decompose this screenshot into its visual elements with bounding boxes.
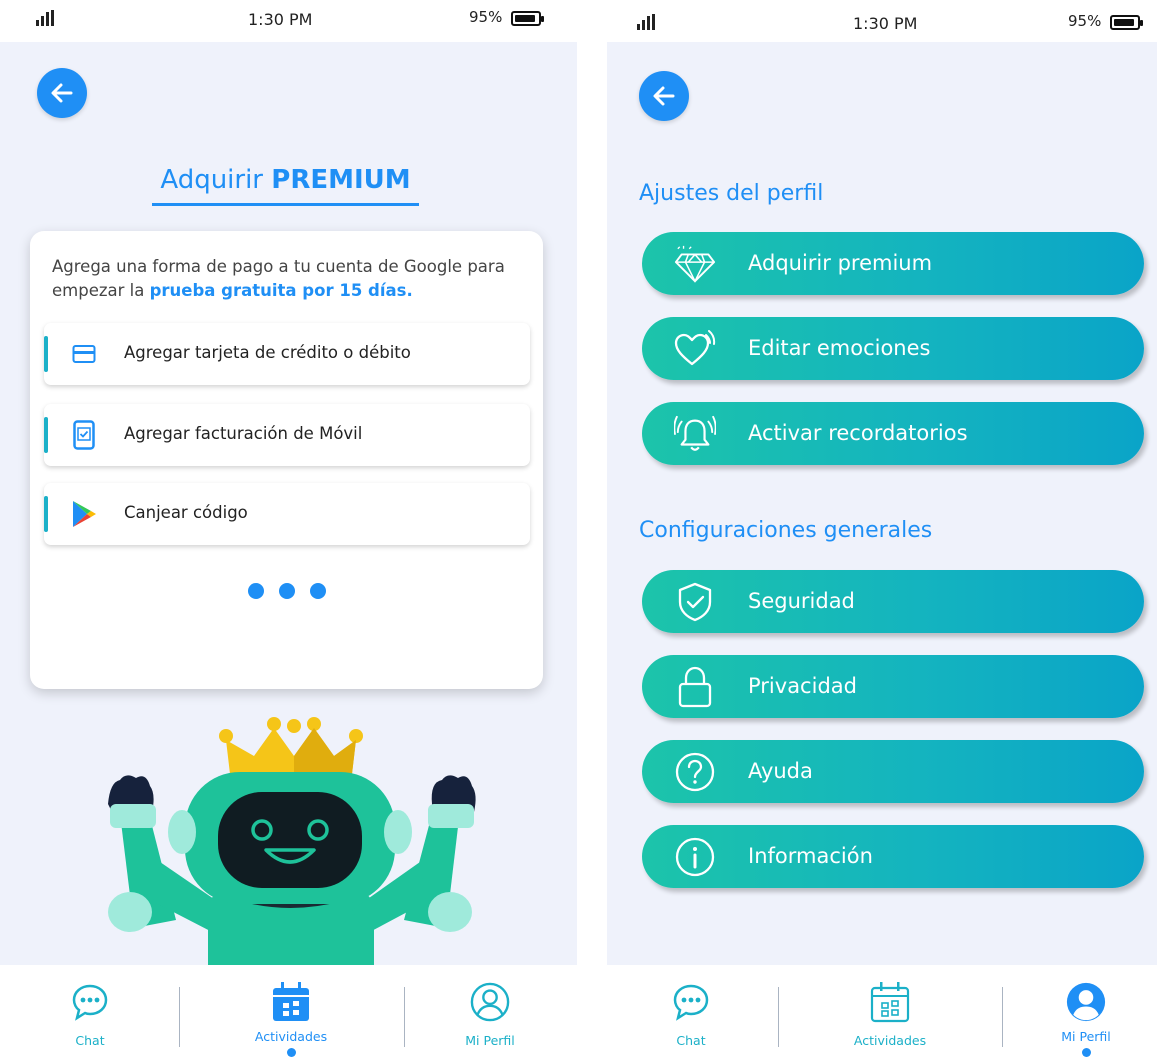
calendar-icon bbox=[870, 981, 910, 1023]
premium-screen: 1:30 PM 95% Adquirir PREMIUM Agrega una … bbox=[0, 0, 577, 1057]
menu-label: Activar recordatorios bbox=[748, 421, 968, 445]
section-title-profile: Ajustes del perfil bbox=[639, 181, 824, 206]
user-icon bbox=[470, 981, 510, 1023]
free-trial-highlight: prueba gratuita por 15 días. bbox=[149, 281, 413, 300]
crown-icon bbox=[219, 717, 363, 774]
signal-icon bbox=[36, 10, 54, 26]
bell-icon bbox=[674, 413, 716, 455]
menu-privacy[interactable]: Privacidad bbox=[642, 655, 1144, 718]
option-accent-bar bbox=[44, 496, 48, 532]
heart-icon bbox=[674, 328, 716, 370]
bottom-nav: Chat Actividades Mi Perfil bbox=[607, 965, 1157, 1057]
option-accent-bar bbox=[44, 336, 48, 372]
nav-chat-label: Chat bbox=[676, 1033, 706, 1048]
status-time: 1:30 PM bbox=[853, 14, 918, 33]
nav-divider bbox=[404, 987, 405, 1047]
payment-card: Agrega una forma de pago a tu cuenta de … bbox=[30, 231, 543, 689]
back-button[interactable] bbox=[37, 68, 87, 118]
back-button[interactable] bbox=[639, 71, 689, 121]
battery-percent: 95% bbox=[1068, 12, 1102, 30]
chat-bubble-icon bbox=[671, 981, 711, 1023]
info-icon bbox=[674, 836, 716, 878]
option-label: Agregar tarjeta de crédito o débito bbox=[124, 343, 411, 362]
menu-security[interactable]: Seguridad bbox=[642, 570, 1144, 633]
loading-dot bbox=[309, 583, 326, 599]
google-play-icon bbox=[70, 500, 98, 528]
nav-divider bbox=[179, 987, 180, 1047]
diamond-icon bbox=[674, 243, 716, 285]
option-accent-bar bbox=[44, 417, 48, 453]
signal-icon bbox=[637, 14, 655, 30]
page-title: Adquirir PREMIUM bbox=[152, 165, 419, 195]
nav-profile-label: Mi Perfil bbox=[1061, 1029, 1111, 1044]
status-bar: 1:30 PM 95% bbox=[607, 0, 1157, 42]
credit-card-icon bbox=[70, 340, 98, 368]
nav-activities[interactable]: Actividades bbox=[830, 965, 950, 1057]
menu-label: Seguridad bbox=[748, 589, 855, 613]
nav-chat[interactable]: Chat bbox=[30, 965, 150, 1057]
title-prefix: Adquirir bbox=[160, 165, 272, 195]
loading-dot bbox=[247, 583, 264, 599]
profile-settings-screen: 1:30 PM 95% Ajustes del perfil Adquirir … bbox=[607, 0, 1157, 1057]
nav-divider bbox=[1002, 987, 1003, 1047]
option-label: Agregar facturación de Móvil bbox=[124, 424, 363, 443]
menu-premium[interactable]: Adquirir premium bbox=[642, 232, 1144, 295]
lock-icon bbox=[674, 666, 716, 708]
active-tab-indicator bbox=[287, 1048, 296, 1057]
robot-mascot-illustration bbox=[108, 717, 476, 967]
loading-dot bbox=[278, 583, 295, 599]
nav-chat[interactable]: Chat bbox=[631, 965, 751, 1057]
mobile-billing-option[interactable]: Agregar facturación de Móvil bbox=[44, 404, 530, 466]
nav-profile-label: Mi Perfil bbox=[465, 1033, 515, 1048]
mobile-phone-icon bbox=[70, 420, 98, 450]
menu-help[interactable]: Ayuda bbox=[642, 740, 1144, 803]
title-underline bbox=[152, 203, 419, 206]
help-icon bbox=[674, 751, 716, 793]
nav-profile[interactable]: Mi Perfil bbox=[430, 965, 550, 1057]
shield-icon bbox=[674, 581, 716, 623]
status-bar: 1:30 PM 95% bbox=[0, 0, 577, 42]
status-time: 1:30 PM bbox=[248, 10, 313, 29]
menu-reminders[interactable]: Activar recordatorios bbox=[642, 402, 1144, 465]
screen-gutter bbox=[577, 0, 607, 1057]
add-card-option[interactable]: Agregar tarjeta de crédito o débito bbox=[44, 323, 530, 385]
active-tab-indicator bbox=[1082, 1048, 1091, 1057]
battery-percent: 95% bbox=[469, 8, 503, 26]
nav-divider bbox=[778, 987, 779, 1047]
arrow-left-icon bbox=[653, 86, 675, 106]
option-label: Canjear código bbox=[124, 503, 248, 522]
menu-information[interactable]: Información bbox=[642, 825, 1144, 888]
nav-activities[interactable]: Actividades bbox=[231, 965, 351, 1057]
menu-label: Ayuda bbox=[748, 759, 813, 783]
user-icon bbox=[1066, 981, 1106, 1023]
menu-label: Editar emociones bbox=[748, 336, 931, 360]
calendar-icon bbox=[271, 981, 311, 1023]
menu-label: Privacidad bbox=[748, 674, 857, 698]
nav-activities-label: Actividades bbox=[853, 1033, 927, 1048]
menu-label: Información bbox=[748, 844, 873, 868]
payment-description: Agrega una forma de pago a tu cuenta de … bbox=[52, 255, 532, 303]
arrow-left-icon bbox=[51, 83, 73, 103]
loading-dots bbox=[30, 583, 543, 599]
battery-icon bbox=[511, 11, 544, 26]
title-bold: PREMIUM bbox=[271, 165, 411, 195]
nav-chat-label: Chat bbox=[75, 1033, 105, 1048]
redeem-code-option[interactable]: Canjear código bbox=[44, 483, 530, 545]
chat-bubble-icon bbox=[70, 981, 110, 1023]
section-title-general: Configuraciones generales bbox=[639, 518, 933, 543]
bottom-nav: Chat Actividades Mi Perfil bbox=[0, 965, 577, 1057]
menu-edit-emotions[interactable]: Editar emociones bbox=[642, 317, 1144, 380]
nav-activities-label: Actividades bbox=[254, 1029, 328, 1044]
menu-label: Adquirir premium bbox=[748, 251, 933, 275]
nav-profile[interactable]: Mi Perfil bbox=[1026, 965, 1146, 1057]
battery-icon bbox=[1110, 15, 1143, 30]
